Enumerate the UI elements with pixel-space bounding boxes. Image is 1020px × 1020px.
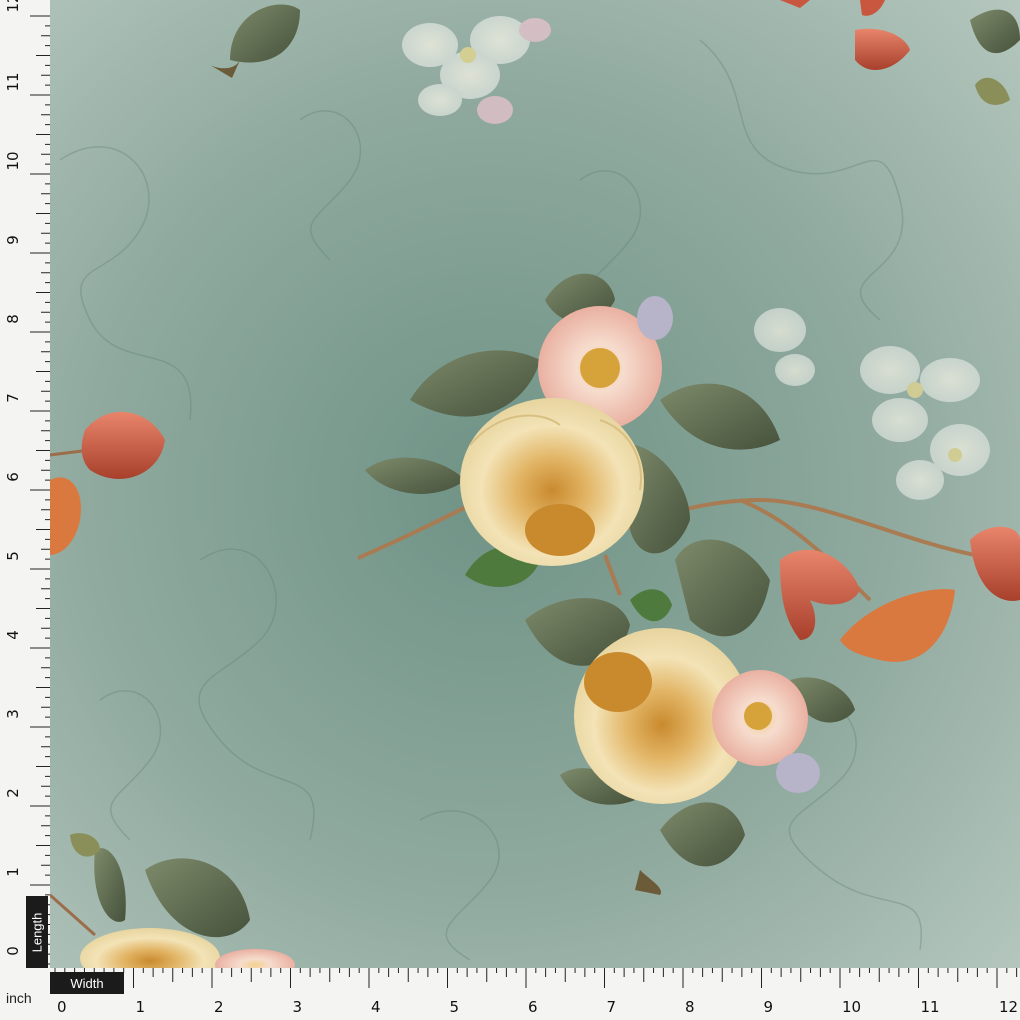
horizontal-tick-label: 10 [842,998,862,1016]
width-label: Width [70,975,104,991]
vertical-tick-label: 6 [4,472,22,482]
vertical-tick-label: 1 [4,867,22,877]
vertical-tick-label: 8 [4,314,22,324]
vertical-tick-label: 0 [4,946,22,956]
horizontal-tick-label: 5 [449,998,460,1016]
width-label-tag: Width [50,972,124,994]
horizontal-tick-label: 1 [135,998,146,1016]
vertical-tick-label: 7 [4,393,22,403]
horizontal-tick-label: 6 [528,998,538,1016]
vertical-tick-label: 12 [4,0,22,13]
horizontal-tick-label: 7 [606,998,617,1016]
vertical-tick-label: 4 [4,630,22,640]
vertical-tick-label: 2 [4,788,22,798]
vertical-tick-label: 10 [4,151,22,171]
length-label: Length [29,912,45,952]
horizontal-tick-label: 2 [214,998,224,1016]
cream-rose-upper [460,398,644,566]
lavender-bud-upper [637,296,673,340]
vertical-tick-label: 9 [4,235,22,245]
vertical-tick-label: 11 [4,72,22,92]
floral-fabric-print [0,0,1020,1020]
vertical-tick-label: 3 [4,709,22,719]
horizontal-tick-label: 8 [685,998,695,1016]
length-label-tag: Length [26,896,48,968]
vertical-tick-label: 5 [4,551,22,561]
horizontal-tick-label: 3 [292,998,303,1016]
horizontal-tick-label: 9 [763,998,774,1016]
horizontal-tick-label: 12 [999,998,1019,1016]
horizontal-tick-label: 4 [371,998,381,1016]
unit-label: inch [6,990,32,1006]
horizontal-tick-label: 11 [920,998,940,1016]
horizontal-tick-label: 0 [57,998,67,1016]
